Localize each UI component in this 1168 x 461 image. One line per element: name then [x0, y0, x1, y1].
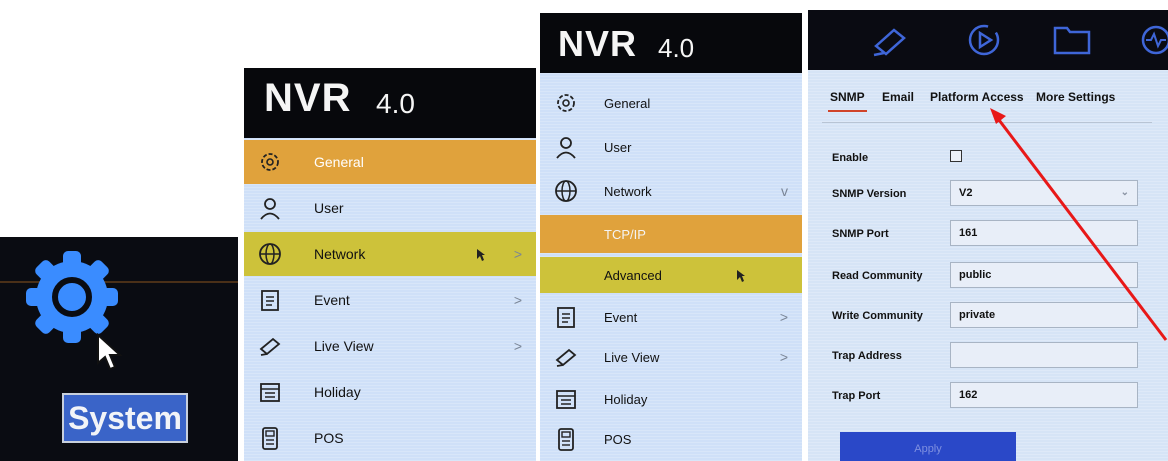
menu-item-label: General [604, 95, 651, 111]
brand-version: 4.0 [376, 88, 415, 119]
chevron-right-icon: > [779, 349, 788, 365]
calendar-icon [556, 390, 576, 409]
mouse-cursor-icon [477, 249, 485, 261]
menu-item-label: Holiday [604, 391, 648, 407]
system-tile-panel: System [0, 237, 238, 461]
menu-item-label: User [604, 139, 632, 155]
menu-item-label: TCP/IP [604, 226, 646, 242]
chevron-down-icon: v [781, 183, 788, 199]
menu-item-label: Event [314, 292, 350, 308]
user-icon [556, 137, 576, 159]
menu-item-holiday[interactable]: Holiday [244, 370, 536, 414]
clipboard-icon [557, 307, 575, 328]
pos-icon [262, 427, 278, 450]
menu-item-label: Event [604, 309, 638, 325]
submenu-item-tcpip[interactable]: TCP/IP [540, 215, 802, 253]
menu-item-user[interactable]: User [540, 125, 802, 169]
gear-icon[interactable] [22, 247, 122, 347]
brand-version: 4.0 [658, 33, 695, 63]
nvr-menu-panel: NVR 4.0 General User Network > Event > L… [244, 68, 536, 461]
menu-item-label: Network [314, 246, 366, 262]
brand-header: NVR 4.0 [244, 68, 536, 138]
gear-icon [557, 94, 575, 112]
menu-item-label: Network [604, 183, 652, 199]
menu-item-label: POS [314, 430, 344, 446]
menu-item-pos[interactable]: POS [244, 416, 536, 460]
menu-item-label: User [314, 200, 344, 216]
side-menu: General User Network > Event > Live View… [244, 138, 536, 461]
user-icon [260, 198, 280, 220]
annotation-arrow-icon [990, 108, 1168, 341]
menu-item-pos[interactable]: POS [540, 417, 802, 461]
menu-item-label: General [314, 154, 364, 170]
menu-item-network[interactable]: Network > [244, 232, 536, 276]
chevron-right-icon: > [513, 338, 522, 354]
brand-header: NVR 4.0 [540, 13, 802, 73]
gear-icon [261, 153, 279, 171]
submenu-item-advanced[interactable]: Advanced [540, 257, 802, 293]
menu-item-general[interactable]: General [244, 140, 536, 184]
menu-item-holiday[interactable]: Holiday [540, 377, 802, 421]
menu-item-network[interactable]: Network v [540, 169, 802, 213]
system-label[interactable]: System [62, 393, 188, 443]
chevron-right-icon: > [513, 292, 522, 308]
menu-item-label: Holiday [314, 384, 361, 400]
brand-name: NVR [558, 23, 638, 64]
side-menu: General User Network v TCP/IP Advanced E… [540, 73, 802, 461]
menu-item-label: Live View [604, 349, 660, 365]
menu-item-live-view[interactable]: Live View > [540, 335, 802, 379]
chevron-right-icon: > [513, 246, 522, 262]
mouse-cursor-icon [737, 270, 745, 282]
camera-icon [259, 337, 281, 356]
mouse-cursor-icon [97, 333, 123, 371]
pos-icon [558, 428, 574, 451]
menu-item-general[interactable]: General [540, 81, 802, 125]
camera-icon [555, 348, 577, 367]
globe-icon [259, 243, 281, 265]
menu-item-label: Advanced [604, 267, 662, 283]
nvr-network-menu-panel: NVR 4.0 General User Network v TCP/IP Ad… [540, 13, 802, 461]
menu-item-label: Live View [314, 338, 374, 354]
clipboard-icon [261, 290, 279, 311]
menu-item-event[interactable]: Event > [244, 278, 536, 322]
snmp-settings-panel: SNMP Email Platform Access More Settings… [808, 10, 1168, 461]
menu-item-live-view[interactable]: Live View > [244, 324, 536, 368]
chevron-right-icon: > [779, 309, 788, 325]
menu-item-user[interactable]: User [244, 186, 536, 230]
menu-item-label: POS [604, 431, 632, 447]
brand-name: NVR [264, 76, 352, 120]
globe-icon [555, 180, 577, 202]
menu-item-event[interactable]: Event > [540, 295, 802, 339]
calendar-icon [260, 383, 280, 402]
